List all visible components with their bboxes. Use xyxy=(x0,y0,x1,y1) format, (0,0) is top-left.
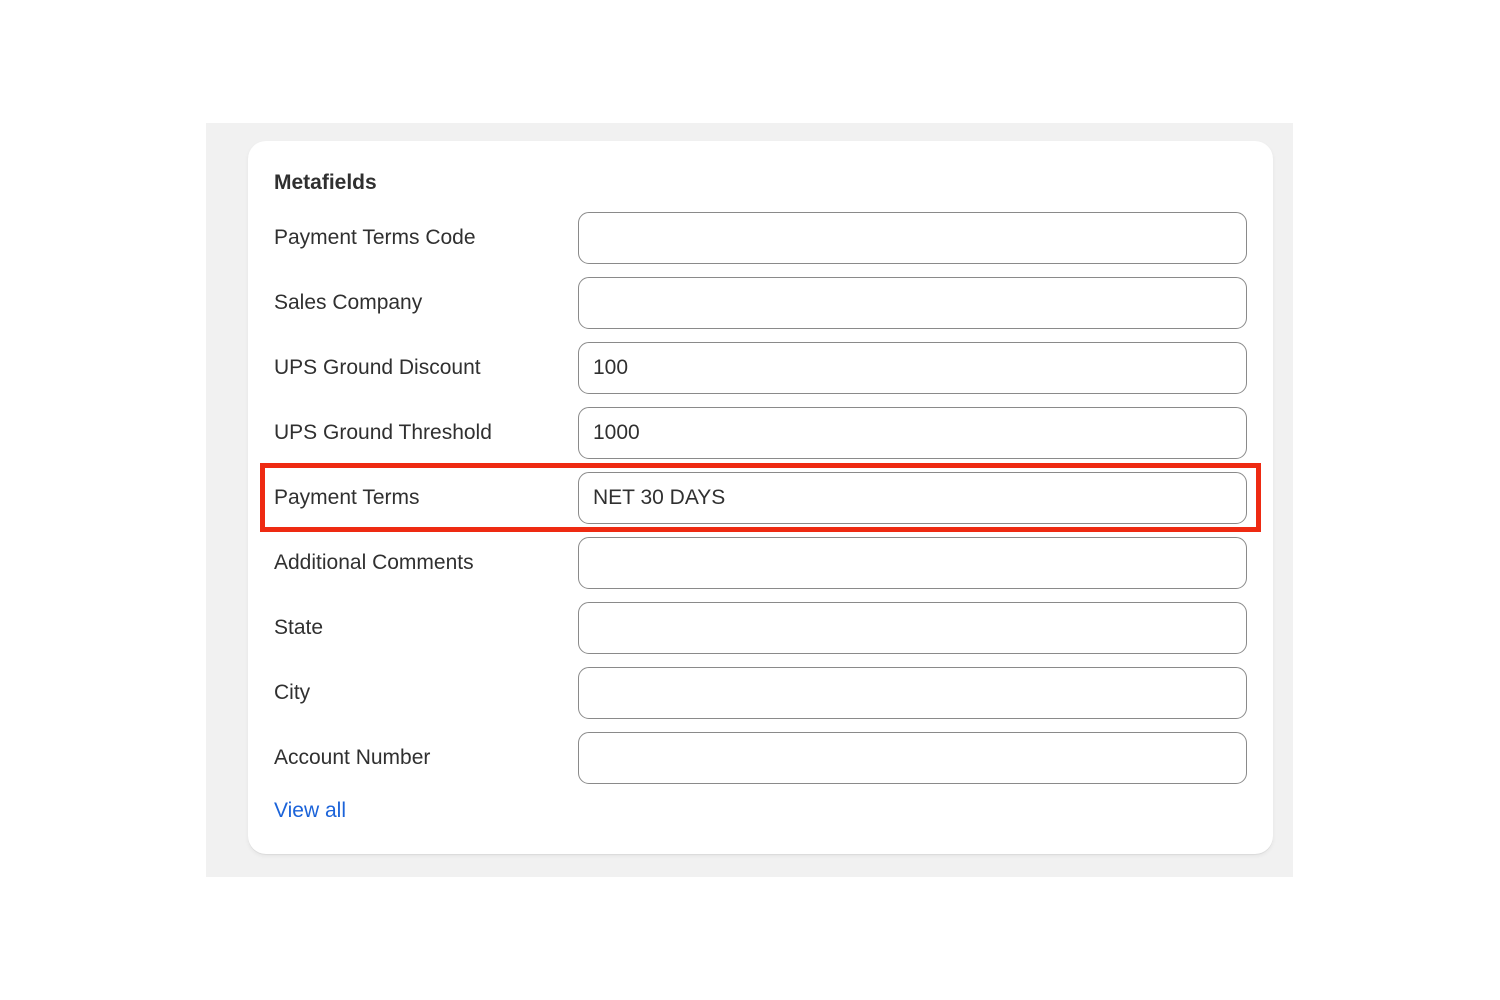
field-row-city: City xyxy=(248,667,1273,719)
field-label: Payment Terms xyxy=(274,486,420,509)
state-input[interactable] xyxy=(578,602,1247,654)
ups-ground-discount-input[interactable] xyxy=(578,342,1247,394)
field-row-sales-company: Sales Company xyxy=(248,277,1273,329)
city-input[interactable] xyxy=(578,667,1247,719)
page-background: Metafields Payment Terms Code Sales Comp… xyxy=(206,123,1293,877)
field-label: Sales Company xyxy=(274,291,423,314)
field-row-payment-terms-code: Payment Terms Code xyxy=(248,212,1273,264)
payment-terms-input[interactable] xyxy=(578,472,1247,524)
account-number-input[interactable] xyxy=(578,732,1247,784)
additional-comments-input[interactable] xyxy=(578,537,1247,589)
field-row-state: State xyxy=(248,602,1273,654)
field-label: City xyxy=(274,681,311,704)
field-label: Account Number xyxy=(274,746,431,769)
field-label: UPS Ground Threshold xyxy=(274,421,492,444)
ups-ground-threshold-input[interactable] xyxy=(578,407,1247,459)
view-all-link[interactable]: View all xyxy=(274,798,346,824)
field-row-account-number: Account Number xyxy=(248,732,1273,784)
field-label: State xyxy=(274,616,324,639)
field-row-additional-comments: Additional Comments xyxy=(248,537,1273,589)
field-row-ups-ground-threshold: UPS Ground Threshold xyxy=(248,407,1273,459)
field-row-ups-ground-discount: UPS Ground Discount xyxy=(248,342,1273,394)
card-title: Metafields xyxy=(274,171,377,194)
field-label: Payment Terms Code xyxy=(274,226,476,249)
field-row-payment-terms: Payment Terms xyxy=(248,472,1273,524)
field-label: Additional Comments xyxy=(274,551,474,574)
field-label: UPS Ground Discount xyxy=(274,356,481,379)
sales-company-input[interactable] xyxy=(578,277,1247,329)
payment-terms-code-input[interactable] xyxy=(578,212,1247,264)
metafields-card: Metafields Payment Terms Code Sales Comp… xyxy=(248,141,1273,854)
